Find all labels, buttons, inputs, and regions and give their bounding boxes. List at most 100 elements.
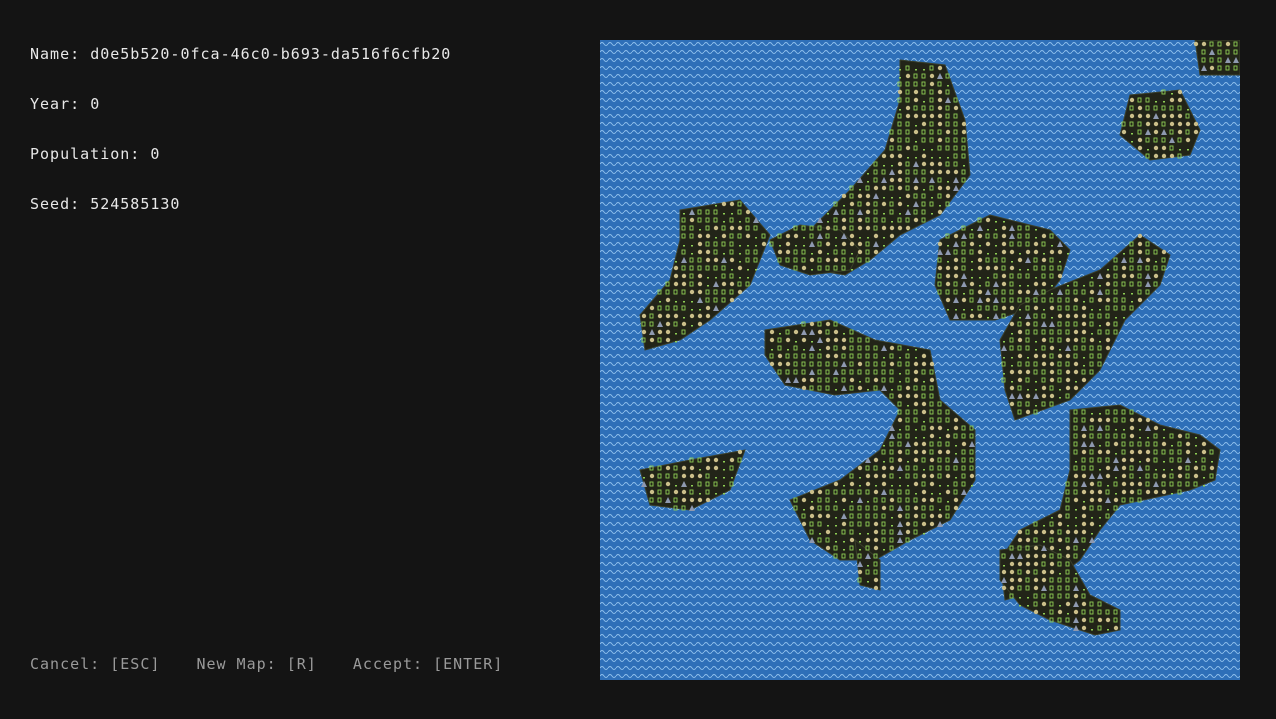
plain-tile: [811, 341, 813, 343]
tree-tile: [785, 249, 791, 255]
plain-tile: [1123, 317, 1125, 319]
plain-tile: [915, 157, 917, 159]
plain-tile: [803, 245, 805, 247]
cancel-control[interactable]: Cancel: [ESC]: [30, 655, 160, 673]
tree-tile: [1201, 441, 1207, 447]
tree-tile: [1081, 521, 1087, 527]
new-map-control[interactable]: New Map: [R]: [196, 655, 316, 673]
plain-tile: [1027, 285, 1029, 287]
tree-tile: [673, 273, 679, 279]
plain-tile: [691, 309, 693, 311]
tree-tile: [1161, 113, 1167, 119]
plain-tile: [835, 245, 837, 247]
tree-tile: [1089, 497, 1095, 503]
tree-tile: [1193, 129, 1199, 135]
tree-tile: [1113, 625, 1119, 631]
tree-tile: [1137, 297, 1143, 303]
tree-tile: [833, 353, 839, 359]
plain-tile: [1139, 477, 1141, 479]
tree-tile: [1105, 417, 1111, 423]
plain-tile: [947, 309, 949, 311]
plain-tile: [963, 293, 965, 295]
plain-tile: [987, 229, 989, 231]
tree-tile: [689, 289, 695, 295]
tree-tile: [1129, 273, 1135, 279]
world-name-line: Name: d0e5b520-0fca-46c0-b693-da516f6cfb…: [30, 45, 451, 63]
tree-tile: [1113, 497, 1119, 503]
plain-tile: [899, 381, 901, 383]
tree-tile: [1137, 449, 1143, 455]
tree-tile: [881, 201, 887, 207]
tree-tile: [1129, 489, 1135, 495]
plain-tile: [1019, 285, 1021, 287]
tree-tile: [737, 225, 743, 231]
tree-tile: [649, 489, 655, 495]
plain-tile: [1019, 597, 1021, 599]
tree-tile: [833, 481, 839, 487]
plain-tile: [1083, 301, 1085, 303]
tree-tile: [1049, 569, 1055, 575]
tree-tile: [673, 313, 679, 319]
tree-tile: [889, 177, 895, 183]
tree-tile: [1073, 497, 1079, 503]
tree-tile: [897, 153, 903, 159]
tree-tile: [921, 161, 927, 167]
plain-tile: [883, 549, 885, 551]
tree-tile: [1129, 457, 1135, 463]
tree-tile: [985, 297, 991, 303]
plain-tile: [1139, 437, 1141, 439]
plain-tile: [1171, 469, 1173, 471]
plain-tile: [1147, 437, 1149, 439]
plain-tile: [1035, 389, 1037, 391]
tree-tile: [681, 465, 687, 471]
plain-tile: [795, 245, 797, 247]
tree-tile: [945, 193, 951, 199]
tree-tile: [841, 241, 847, 247]
plain-tile: [1163, 461, 1165, 463]
plain-tile: [827, 525, 829, 527]
tree-tile: [865, 225, 871, 231]
tree-tile: [849, 481, 855, 487]
plain-tile: [883, 461, 885, 463]
tree-tile: [1057, 609, 1063, 615]
tree-tile: [1121, 273, 1127, 279]
plain-tile: [1083, 501, 1085, 503]
tree-tile: [977, 313, 983, 319]
tree-tile: [1161, 153, 1167, 159]
tree-tile: [1129, 449, 1135, 455]
plain-tile: [1067, 285, 1069, 287]
tree-tile: [1097, 489, 1103, 495]
tree-tile: [889, 153, 895, 159]
plain-tile: [1011, 333, 1013, 335]
tree-tile: [865, 193, 871, 199]
tree-tile: [953, 505, 959, 511]
plain-tile: [1083, 589, 1085, 591]
tree-tile: [1049, 305, 1055, 311]
plain-tile: [939, 493, 941, 495]
plain-tile: [691, 301, 693, 303]
plain-tile: [1099, 469, 1101, 471]
tree-tile: [673, 265, 679, 271]
plain-tile: [755, 237, 757, 239]
tree-tile: [665, 337, 671, 343]
plain-tile: [723, 221, 725, 223]
tree-tile: [921, 489, 927, 495]
tree-tile: [1025, 369, 1031, 375]
tree-tile: [897, 417, 903, 423]
tree-tile: [825, 353, 831, 359]
plain-tile: [899, 429, 901, 431]
world-population-line: Population: 0: [30, 145, 160, 163]
tree-tile: [961, 297, 967, 303]
tree-tile: [1073, 385, 1079, 391]
tree-tile: [945, 489, 951, 495]
accept-control[interactable]: Accept: [ENTER]: [353, 655, 503, 673]
tree-tile: [921, 441, 927, 447]
plain-tile: [835, 525, 837, 527]
plain-tile: [883, 237, 885, 239]
plain-tile: [971, 229, 973, 231]
tree-tile: [1009, 305, 1015, 311]
plain-tile: [691, 245, 693, 247]
plain-tile: [1099, 325, 1101, 327]
plain-tile: [723, 253, 725, 255]
tree-tile: [1121, 489, 1127, 495]
